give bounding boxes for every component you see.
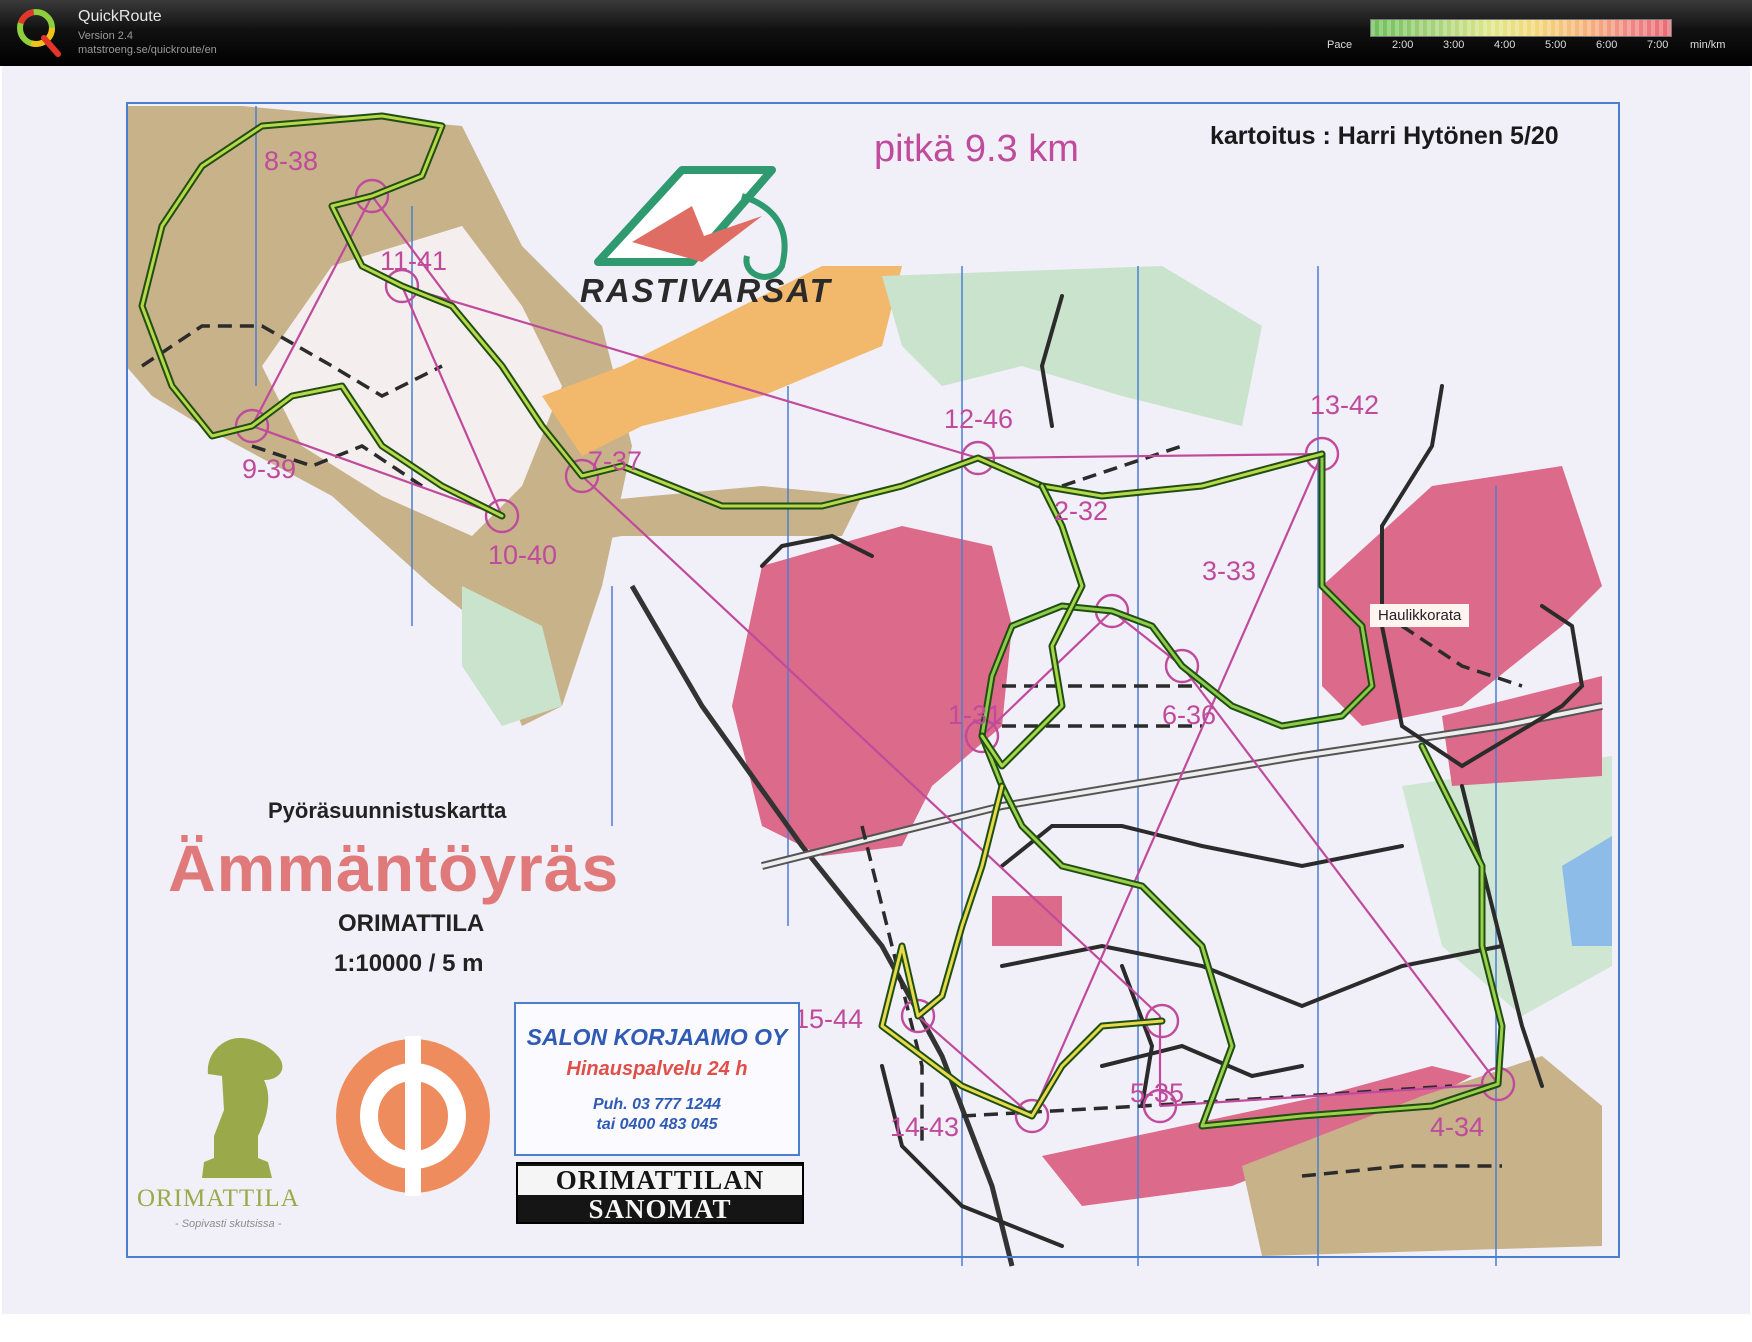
newspaper-name-line2: SANOMAT [588, 1194, 732, 1224]
control-label: 13-42 [1310, 390, 1380, 420]
control-label: 12-46 [944, 404, 1014, 434]
town-logo-text: ORIMATTILA [137, 1185, 300, 1212]
control-label: 1-31 [948, 700, 1003, 730]
map-paper: pitkä 9.3 km kartoitus : Harri Hytönen 5… [2, 66, 1750, 1314]
map-subtitle: Pyöräsuunnistuskartta [268, 798, 507, 823]
sponsor-garage-phone: Puh. 03 777 1244 [592, 1096, 722, 1113]
newspaper-name-line1: ORIMATTILAN [518, 1166, 802, 1195]
map-canvas[interactable]: pitkä 9.3 km kartoitus : Harri Hytönen 5… [0, 66, 1752, 1342]
sponsor-newspaper: ORIMATTILAN SANOMAT [516, 1162, 804, 1224]
control-label: 9-39 [242, 454, 297, 484]
pace-tick: 6:00 [1596, 39, 1618, 51]
pace-tick: 2:00 [1392, 39, 1414, 51]
brand-name: RASTIVARSAT [580, 272, 832, 309]
pace-tick: 7:00 [1647, 39, 1669, 51]
course-length: pitkä 9.3 km [874, 128, 1079, 170]
control-label: 11-41 [380, 246, 448, 276]
control-label: 4-34 [1430, 1112, 1485, 1142]
control-label: 6-36 [1162, 700, 1217, 730]
app-name: QuickRoute [78, 8, 162, 25]
app-url[interactable]: matstroeng.se/quickroute/en [78, 44, 217, 56]
map-title: Ämmäntöyräs [168, 831, 620, 905]
pace-unit: min/km [1690, 39, 1726, 51]
pace-legend: Pace 2:00 3:00 4:00 5:00 6:00 7:00 min/k… [1320, 17, 1740, 57]
sponsor-garage-phone-alt: tai 0400 483 045 [596, 1116, 718, 1133]
title-bar: QuickRoute Version 2.4 matstroeng.se/qui… [0, 0, 1752, 66]
app-version: Version 2.4 [78, 30, 134, 42]
control-label: 14-43 [890, 1112, 960, 1142]
map-scale: 1:10000 / 5 m [334, 950, 484, 977]
control-label: 10-40 [488, 540, 558, 570]
map-frame [126, 102, 1620, 1258]
control-label: 8-38 [264, 146, 319, 176]
control-label: 2-32 [1054, 496, 1109, 526]
sponsor-garage-name: SALON KORJAAMO OY [526, 1024, 788, 1050]
pace-tick: 5:00 [1545, 39, 1567, 51]
sponsor-garage: SALON KORJAAMO OY Hinauspalvelu 24 h Puh… [514, 1002, 800, 1156]
pace-color-scale [1370, 19, 1672, 37]
control-label: 3-33 [1202, 556, 1257, 586]
town-logo-slogan: - Sopivasti skutsissa - [175, 1218, 282, 1230]
pace-tick: 4:00 [1494, 39, 1516, 51]
place-label-haulikkorata: Haulikkorata [1370, 604, 1470, 627]
map-credits: kartoitus : Harri Hytönen 5/20 [1210, 122, 1559, 150]
sponsor-garage-service: Hinauspalvelu 24 h [566, 1058, 748, 1080]
map-town: ORIMATTILA [338, 910, 485, 937]
pace-label: Pace [1327, 39, 1353, 51]
control-label: 5-35 [1130, 1078, 1185, 1108]
pace-tick: 3:00 [1443, 39, 1465, 51]
quickroute-logo-icon [17, 9, 61, 57]
control-label: 7-37 [588, 446, 643, 476]
control-label: 15-44 [794, 1004, 864, 1034]
